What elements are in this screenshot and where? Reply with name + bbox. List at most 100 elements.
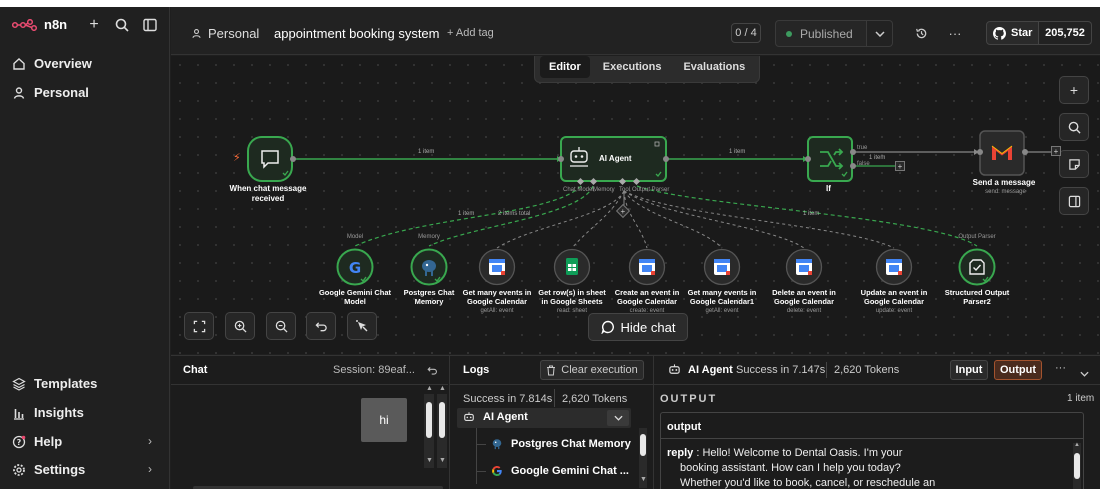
panel-toggle-button[interactable] <box>1059 187 1089 215</box>
star-count[interactable]: 205,752 <box>1039 21 1092 45</box>
sticky-note-button[interactable] <box>1059 150 1089 178</box>
tidy-up-button[interactable] <box>347 312 377 340</box>
breadcrumb[interactable]: Personal <box>191 26 259 41</box>
node-label-line: When chat message <box>229 184 307 193</box>
scroll-up-icon[interactable]: ▲ <box>426 385 433 392</box>
github-icon <box>993 26 1006 40</box>
wire-label: 1 item <box>729 149 746 155</box>
log-row-gemini-model[interactable]: Google Gemini Chat ... <box>491 465 629 477</box>
reply-line: : Hello! Welcome to Dental Oasis. I'm yo… <box>696 447 903 459</box>
tool-node[interactable] <box>785 248 823 286</box>
published-button[interactable]: Published <box>775 20 867 47</box>
logo[interactable]: n8n <box>12 17 67 32</box>
scroll-up-icon[interactable]: ▲ <box>1074 442 1080 448</box>
scroll-down-icon[interactable]: ▼ <box>426 457 433 464</box>
postgres-icon <box>492 439 502 450</box>
tab-evaluations[interactable]: Evaluations <box>674 56 754 78</box>
google-calendar-icon <box>875 248 913 286</box>
sidebar-item-label: Help <box>34 434 63 449</box>
tool-node[interactable] <box>410 248 448 286</box>
tool-node[interactable] <box>703 248 741 286</box>
reply-line: booking assistant. How can I help you to… <box>680 462 901 474</box>
more-options-icon[interactable]: ··· <box>947 25 963 41</box>
node-label-line: Model <box>344 297 366 306</box>
chat-trigger-node[interactable]: ⚡ <box>231 134 301 186</box>
sidebar-item-settings[interactable]: Settings <box>12 462 85 477</box>
chat-scroll-thumb-2[interactable] <box>439 402 445 438</box>
output-node-name: AI Agent <box>688 364 733 376</box>
tab-editor[interactable]: Editor <box>540 56 590 78</box>
output-toggle-button[interactable]: Output <box>994 360 1042 380</box>
reset-session-icon[interactable] <box>427 356 438 384</box>
tab-executions[interactable]: Executions <box>594 56 671 78</box>
tool-port-label: Model <box>346 234 364 240</box>
add-tag-button[interactable]: + Add tag <box>447 27 494 39</box>
plus-icon[interactable]: + <box>85 16 103 34</box>
clear-execution-label: Clear execution <box>561 364 638 376</box>
wire-label: 1 item <box>458 211 475 217</box>
gmail-node[interactable] <box>977 128 1037 180</box>
sidebar-item-label: Settings <box>34 462 86 477</box>
logs-success-status: Success in 7.814s <box>463 393 553 405</box>
sidebar-item-insights[interactable]: Insights <box>12 405 84 420</box>
fit-view-button[interactable] <box>184 312 214 340</box>
log-row-postgres-memory[interactable]: Postgres Chat Memory <box>491 438 631 450</box>
sidebar-item-templates[interactable]: Templates <box>12 376 97 391</box>
more-options-icon[interactable]: ··· <box>1055 362 1066 374</box>
panel-divider <box>449 356 450 489</box>
logs-scroll-thumb[interactable] <box>640 434 646 456</box>
collapse-sidebar-icon[interactable] <box>141 16 159 34</box>
tool-node[interactable]: G <box>336 248 374 286</box>
add-node-icon[interactable]: + <box>1051 146 1061 156</box>
tool-node[interactable] <box>958 248 996 286</box>
reply-line: Whether you'd like to book, cancel, or r… <box>680 477 936 489</box>
log-row-label: Google Gemini Chat ... <box>511 465 629 477</box>
output-scroll-thumb[interactable] <box>1074 453 1080 479</box>
sidebar-item-help[interactable]: ? Help <box>12 434 62 449</box>
scroll-up-icon[interactable]: ▲ <box>439 385 446 392</box>
chevron-down-icon[interactable] <box>1080 366 1089 380</box>
clear-execution-button[interactable]: Clear execution <box>540 360 644 380</box>
tool-node[interactable] <box>875 248 913 286</box>
panel-right-icon <box>1068 195 1080 207</box>
hide-chat-button[interactable]: Hide chat <box>588 313 688 341</box>
chevron-right-icon[interactable]: › <box>148 434 152 448</box>
undo-button[interactable] <box>306 312 336 340</box>
github-star-button[interactable]: Star <box>986 21 1039 45</box>
sidebar-item-overview[interactable]: Overview <box>12 56 92 71</box>
zoom-out-button[interactable] <box>266 312 296 340</box>
add-node-button[interactable]: + <box>1059 76 1089 104</box>
zoom-in-button[interactable] <box>225 312 255 340</box>
svg-text:?: ? <box>17 438 22 447</box>
port-label-chat-model: Chat Model <box>563 187 594 193</box>
workflow-title[interactable]: appointment booking system <box>274 26 439 41</box>
sidebar-item-personal[interactable]: Personal <box>12 85 89 100</box>
tool-node[interactable] <box>553 248 591 286</box>
search-icon[interactable] <box>113 16 131 34</box>
zoom-out-icon <box>275 320 288 333</box>
tool-node[interactable] <box>478 248 516 286</box>
session-id[interactable]: Session: 89eaf... <box>333 356 415 384</box>
if-label: If <box>826 184 831 193</box>
port-label-memory: Memory <box>593 187 615 193</box>
chevron-right-icon[interactable]: › <box>148 462 152 476</box>
port-label-output-parser: Output Parser <box>632 187 670 193</box>
n8n-app: n8n + Overview Personal Templates Insigh… <box>0 0 1100 489</box>
add-branch-icon[interactable]: + <box>895 161 905 171</box>
collapse-row-button[interactable] <box>607 410 629 426</box>
chevron-down-icon[interactable] <box>867 20 893 47</box>
scroll-down-icon[interactable]: ▼ <box>439 457 446 464</box>
workflow-canvas[interactable]: Editor Executions Evaluations + ⚡ When c… <box>171 56 1100 354</box>
tool-node[interactable] <box>628 248 666 286</box>
output-success-status: Success in 7.147s <box>736 364 826 376</box>
wire-label: 2 items total <box>498 211 531 217</box>
history-icon[interactable] <box>913 25 929 41</box>
chat-scroll-thumb[interactable] <box>426 402 432 438</box>
search-nodes-button[interactable] <box>1059 113 1089 141</box>
log-row-ai-agent[interactable]: AI Agent <box>463 411 528 423</box>
input-toggle-button[interactable]: Input <box>950 360 988 380</box>
if-node[interactable] <box>804 134 864 186</box>
reply-key: reply <box>667 447 694 459</box>
wire-label: 1 item <box>803 211 820 217</box>
scroll-down-icon[interactable]: ▼ <box>640 476 647 483</box>
